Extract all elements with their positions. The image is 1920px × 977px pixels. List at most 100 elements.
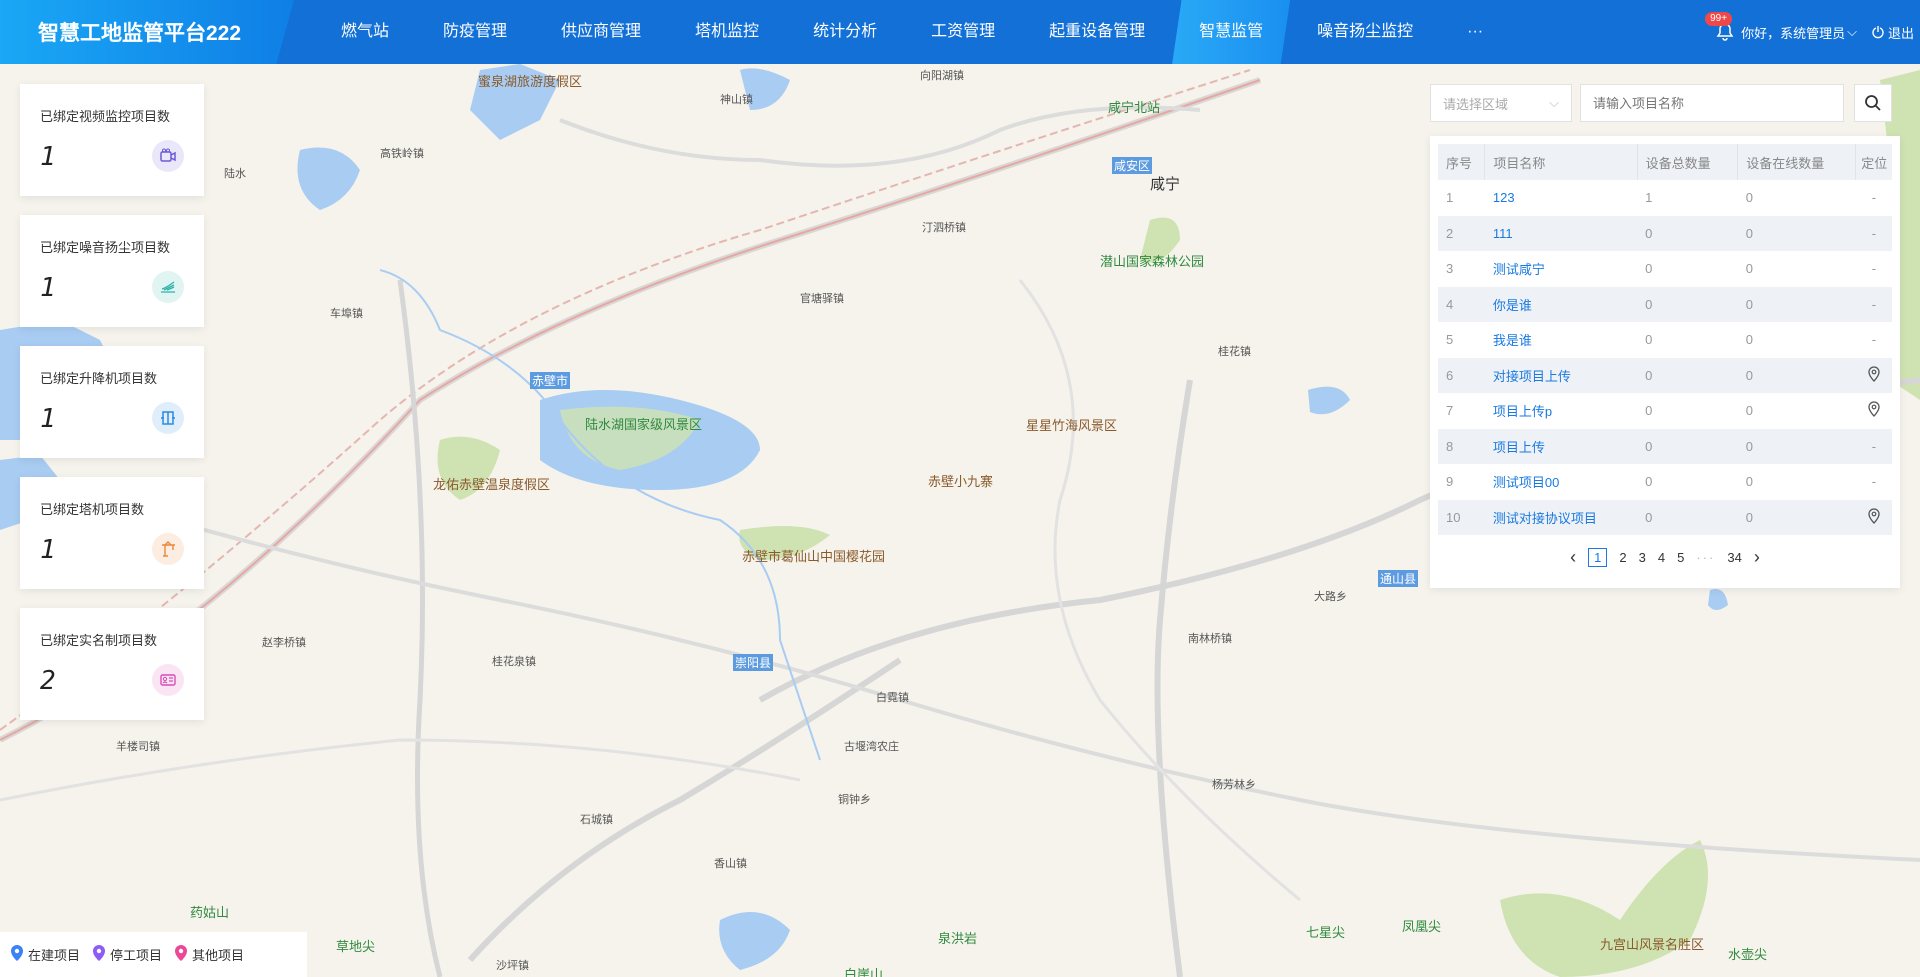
table-row[interactable]: 3 测试咸宁 0 0 - [1438, 251, 1892, 287]
search-button[interactable] [1854, 84, 1892, 122]
page-number[interactable]: 4 [1658, 550, 1665, 565]
dust-wave-icon [152, 271, 184, 303]
nav-item-1[interactable]: 防疫管理 [416, 0, 534, 64]
stat-title: 已绑定升降机项目数 [40, 371, 158, 386]
nav-item-0[interactable]: 燃气站 [314, 0, 416, 64]
map-label: 七星尖 [1306, 925, 1346, 940]
map-label: 赤壁小九寨 [928, 474, 994, 489]
map-label: 凤凰尖 [1402, 919, 1442, 934]
prev-page-icon[interactable]: ‹ [1570, 547, 1576, 568]
page-number-last[interactable]: 34 [1727, 550, 1741, 565]
locate-empty: - [1855, 428, 1892, 464]
device-total: 1 [1645, 190, 1653, 206]
locate-pin-icon[interactable] [1856, 393, 1892, 429]
map-label: 陆水湖国家级风景区 [585, 417, 703, 432]
stat-value: 1 [40, 273, 56, 303]
nav-item-7[interactable]: 智慧监管 [1172, 0, 1291, 64]
table-row[interactable]: 2 111 0 0- [1438, 215, 1892, 251]
project-name-link[interactable]: 项目上传p [1485, 393, 1637, 429]
locate-empty: - [1871, 190, 1877, 206]
project-name-link[interactable]: 测试项目00 [1485, 464, 1637, 500]
map-label: 蜜泉湖旅游度假区 [478, 74, 583, 89]
logout-label: 退出 [1887, 25, 1914, 41]
table-row[interactable]: 1 123 1 0 - [1438, 180, 1892, 216]
device-online: 0 [1745, 474, 1753, 490]
row-number: 1 [1446, 190, 1454, 206]
locate-pin-icon[interactable] [1855, 357, 1892, 393]
map-label: 沙坪镇 [496, 960, 529, 972]
row-number: 9 [1446, 474, 1454, 490]
logout-button[interactable]: 退出 [1871, 23, 1914, 42]
table-row[interactable]: 4 你是谁 0 0- [1438, 286, 1892, 322]
elevator-icon [152, 402, 184, 434]
page-number[interactable]: 5 [1677, 550, 1684, 565]
row-number: 8 [1438, 428, 1485, 464]
map-label: 崇阳县 [733, 654, 774, 671]
table-row[interactable]: 7 项目上传p 0 0 [1438, 393, 1892, 429]
row-number: 3 [1446, 261, 1454, 277]
table-row[interactable]: 10 测试对接协议项目 0 0 [1438, 499, 1892, 535]
nav-item-8[interactable]: 噪音扬尘监控 [1290, 0, 1440, 64]
table-row[interactable]: 6 对接项目上传 0 0 [1438, 357, 1892, 393]
stat-value: 1 [40, 404, 56, 434]
project-name-link[interactable]: 111 [1484, 215, 1638, 251]
nav-item-4[interactable]: 统计分析 [786, 0, 904, 64]
device-online: 0 [1745, 261, 1753, 277]
locate-empty: - [1855, 215, 1892, 251]
table-row[interactable]: 8 项目上传 0 0- [1438, 428, 1892, 464]
locate-pin-icon[interactable] [1855, 499, 1892, 535]
page-number[interactable]: 3 [1639, 550, 1646, 565]
user-greeting[interactable]: 你好，系统管理员 [1741, 23, 1845, 42]
chevron-down-icon[interactable]: ⌵ [1847, 24, 1857, 40]
map-pin-icon [174, 944, 192, 965]
tower-crane-icon [152, 533, 184, 565]
map-label: 咸安区 [1112, 157, 1153, 174]
map-label: 泉洪岩 [938, 931, 978, 946]
device-total: 0 [1637, 499, 1738, 535]
project-name-link[interactable]: 测试咸宁 [1485, 251, 1637, 287]
stat-title: 已绑定塔机项目数 [40, 502, 145, 517]
nav-item-2[interactable]: 供应商管理 [534, 0, 668, 64]
stat-card: 已绑定塔机项目数 1 [20, 477, 204, 589]
project-name-link[interactable]: 对接项目上传 [1484, 357, 1638, 393]
legend-item[interactable]: 在建项目 [10, 944, 80, 965]
column-header: 项目名称 [1484, 144, 1638, 180]
page-ellipsis[interactable]: ··· [1696, 550, 1715, 565]
bell-icon[interactable]: 99+ [1705, 12, 1735, 42]
nav-item-6[interactable]: 起重设备管理 [1022, 0, 1172, 64]
device-total: 0 [1637, 428, 1738, 464]
map-label: 桂花泉镇 [492, 656, 536, 668]
nav-item-9[interactable]: ··· [1440, 0, 1510, 64]
next-page-icon[interactable]: › [1754, 547, 1760, 568]
project-name-input[interactable] [1580, 84, 1844, 122]
device-total: 0 [1645, 403, 1653, 419]
project-name-link[interactable]: 123 [1485, 180, 1637, 216]
stat-card: 已绑定噪音扬尘项目数 1 [20, 215, 204, 327]
device-online: 0 [1737, 215, 1856, 251]
legend-item[interactable]: 其他项目 [174, 944, 244, 965]
nav-item-3[interactable]: 塔机监控 [668, 0, 786, 64]
region-select[interactable]: 请选择区域 ⌵ [1430, 84, 1572, 122]
map-label: 星星竹海风景区 [1026, 418, 1118, 433]
table-body: 1 123 1 0-2 111 0 0-3 测试咸宁 0 0-4 你是谁 0 0-5 我是谁 0 0-6 对接项… [1438, 180, 1892, 535]
map-label: 石城镇 [580, 814, 613, 826]
page-number[interactable]: 1 [1588, 548, 1608, 567]
nav-item-5[interactable]: 工资管理 [904, 0, 1022, 64]
map-label: 九宫山风景名胜区 [1600, 937, 1705, 952]
project-name-link[interactable]: 你是谁 [1484, 286, 1638, 322]
project-name-link[interactable]: 测试对接协议项目 [1484, 499, 1638, 535]
table-row[interactable]: 5 我是谁 0 0 - [1438, 322, 1892, 358]
page-number[interactable]: 2 [1619, 550, 1626, 565]
legend-item[interactable]: 停工项目 [92, 944, 162, 965]
device-online: 0 [1737, 428, 1856, 464]
locate-empty: - [1855, 286, 1892, 322]
device-total: 0 [1637, 286, 1738, 322]
video-camera-icon [152, 140, 184, 172]
legend-label: 在建项目 [28, 948, 81, 963]
project-name-link[interactable]: 我是谁 [1485, 322, 1637, 358]
map-label: 杨芳林乡 [1212, 779, 1256, 791]
table-row[interactable]: 9 测试项目00 0 0 - [1438, 464, 1892, 500]
project-name-link[interactable]: 项目上传 [1484, 428, 1638, 464]
device-online: 0 [1737, 286, 1856, 322]
map-label: 龙佑赤壁温泉度假区 [433, 477, 551, 492]
